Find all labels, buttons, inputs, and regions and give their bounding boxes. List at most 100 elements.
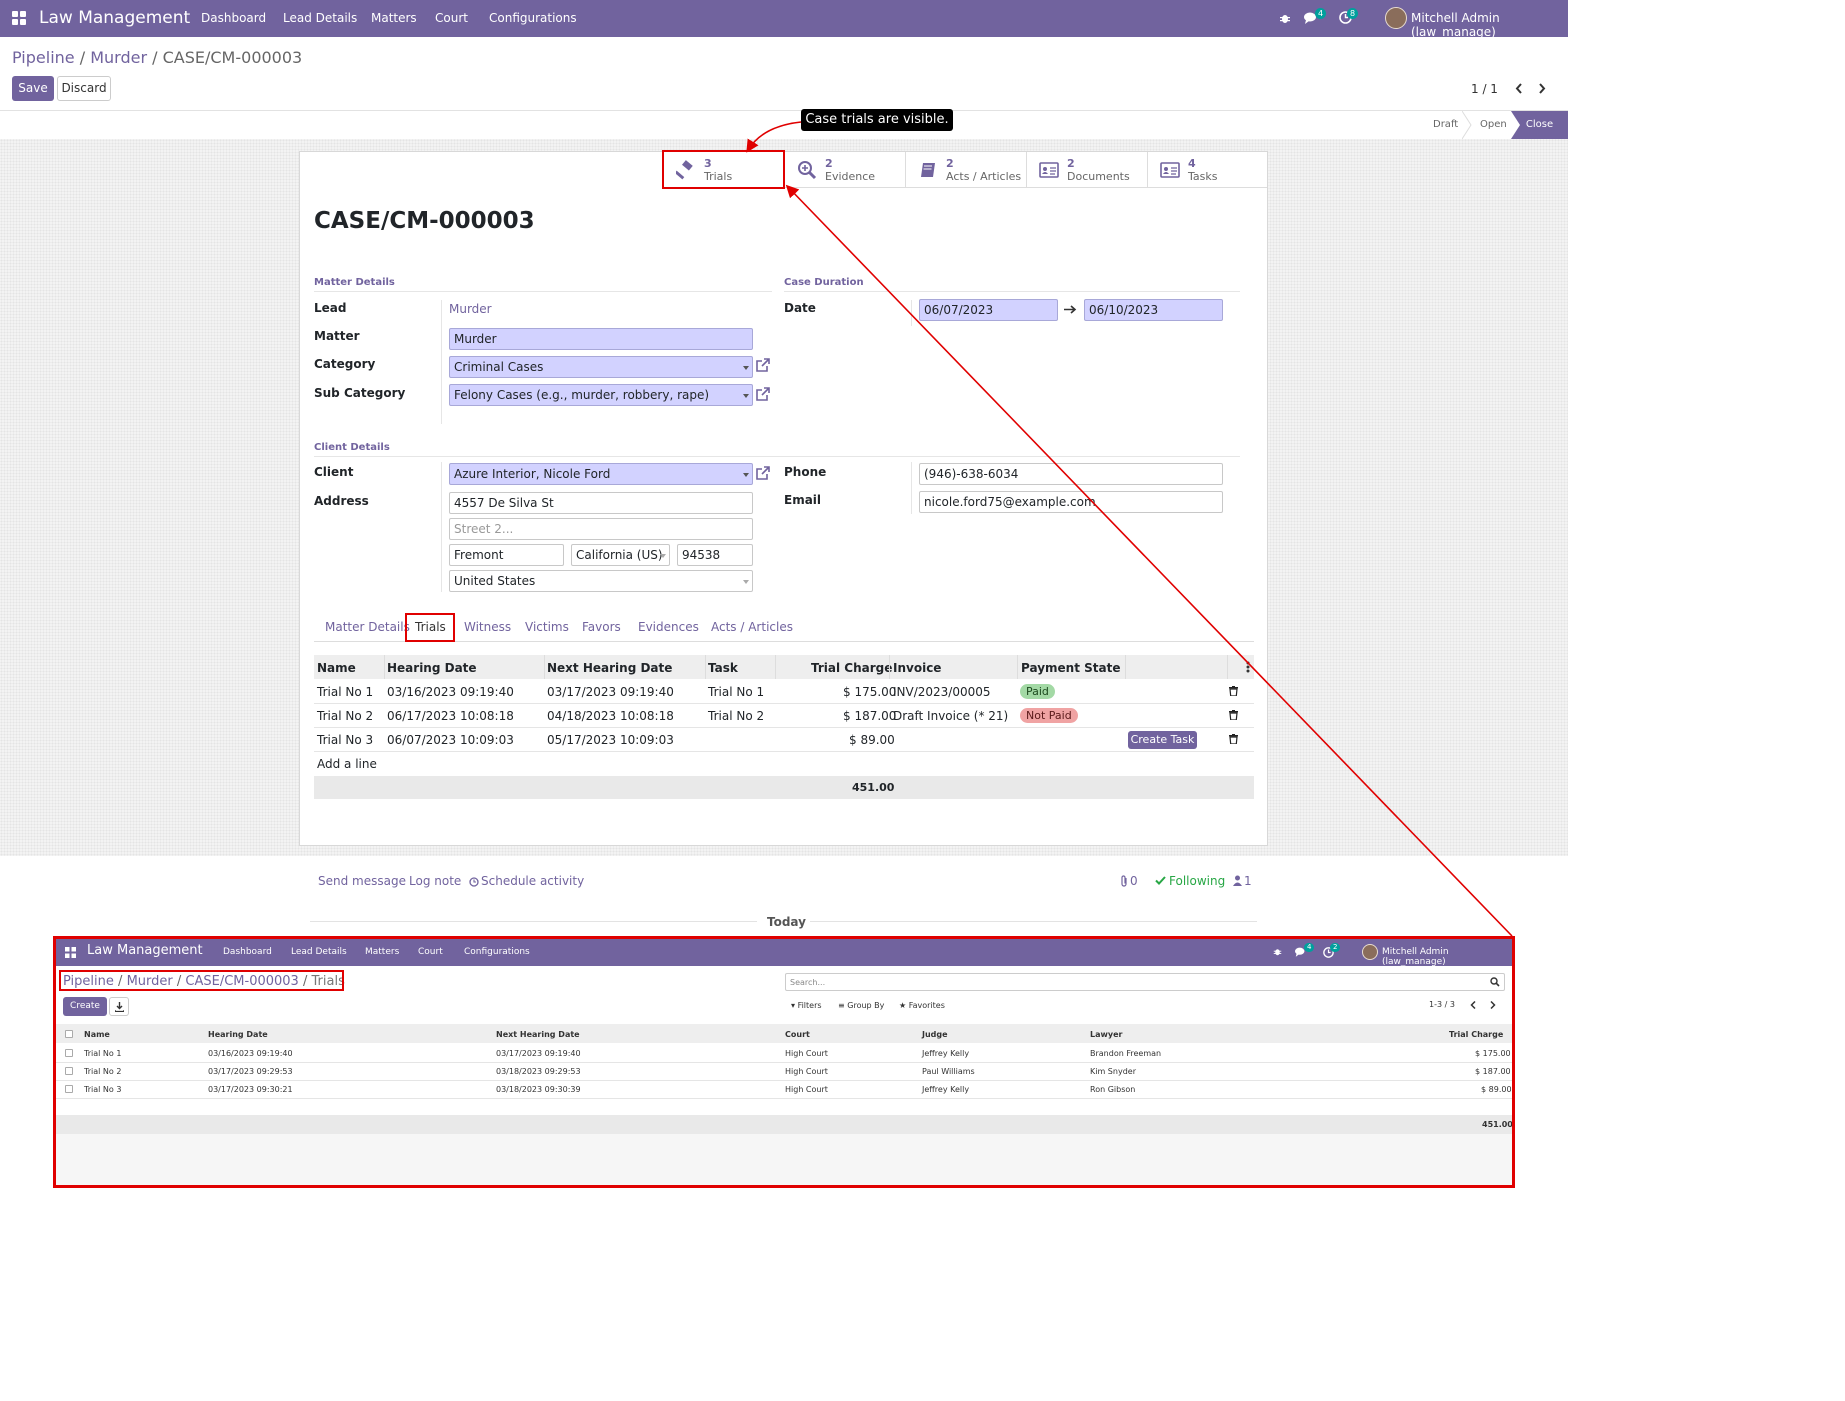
row-checkbox[interactable] — [65, 1049, 73, 1057]
create-button[interactable]: Create — [63, 997, 107, 1016]
date-start-field[interactable]: 06/07/2023 — [919, 299, 1058, 321]
trial-name[interactable]: Trial No 1 — [317, 685, 373, 699]
zip-field[interactable]: 94538 — [677, 544, 753, 566]
group-by-button[interactable]: ≡ Group By — [838, 1001, 884, 1010]
client-select[interactable]: Azure Interior, Nicole Ford — [449, 463, 753, 485]
state-select[interactable]: California (US) — [571, 544, 670, 566]
trial-name[interactable]: Trial No 1 — [84, 1049, 121, 1058]
trial-name[interactable]: Trial No 2 — [317, 709, 373, 723]
trial-next-hearing-date[interactable]: 03/17/2023 09:19:40 — [496, 1049, 581, 1058]
trial-hearing-date[interactable]: 06/07/2023 10:09:03 — [387, 733, 514, 747]
date-end-field[interactable]: 06/10/2023 — [1084, 299, 1223, 321]
save-button[interactable]: Save — [12, 76, 54, 101]
trial-hearing-date[interactable]: 03/17/2023 09:29:53 — [208, 1067, 293, 1076]
trial-charge[interactable]: $ 187.00 — [843, 709, 896, 723]
bug-icon[interactable] — [1273, 947, 1282, 956]
send-message-button[interactable]: Send message — [318, 874, 406, 888]
trial-charge[interactable]: $ 175.00 — [1475, 1049, 1511, 1058]
category-select[interactable]: Criminal Cases — [449, 356, 753, 378]
user-menu[interactable]: Mitchell Admin (law_manage) — [1411, 11, 1568, 39]
search-input[interactable]: Search... — [785, 973, 1505, 991]
app-brand[interactable]: Law Management — [87, 943, 203, 958]
tab-acts-articles[interactable]: Acts / Articles — [711, 620, 793, 634]
country-select[interactable]: United States — [449, 570, 753, 592]
trash-icon[interactable] — [1229, 710, 1238, 720]
column-court[interactable]: Court — [785, 1030, 810, 1039]
trial-name[interactable]: Trial No 2 — [84, 1067, 121, 1076]
trial-next-hearing-date[interactable]: 04/18/2023 10:08:18 — [547, 709, 674, 723]
external-link-icon[interactable] — [755, 357, 771, 373]
tab-witness[interactable]: Witness — [464, 620, 511, 634]
chevron-right-icon[interactable] — [1490, 1001, 1496, 1009]
column-trial-charge[interactable]: Trial Charge — [1449, 1030, 1503, 1039]
trial-next-hearing-date[interactable]: 05/17/2023 10:09:03 — [547, 733, 674, 747]
menu-lead-details[interactable]: Lead Details — [291, 947, 347, 957]
chevron-left-icon[interactable] — [1470, 1001, 1476, 1009]
row-checkbox[interactable] — [65, 1067, 73, 1075]
trial-task[interactable]: Trial No 2 — [708, 709, 764, 723]
column-judge[interactable]: Judge — [922, 1030, 948, 1039]
apps-menu-icon[interactable] — [12, 11, 26, 25]
search-icon[interactable] — [1490, 977, 1500, 987]
app-brand[interactable]: Law Management — [39, 8, 190, 28]
trial-invoice[interactable]: INV/2023/00005 — [893, 685, 991, 699]
paperclip-icon[interactable] — [1120, 875, 1129, 887]
trial-next-hearing-date[interactable]: 03/17/2023 09:19:40 — [547, 685, 674, 699]
smart-button-acts[interactable]: 2 Acts / Articles — [905, 152, 1026, 188]
add-line-link[interactable]: Add a line — [317, 757, 377, 771]
trash-icon[interactable] — [1229, 734, 1238, 744]
chevron-right-icon[interactable] — [1538, 83, 1546, 94]
trial-court[interactable]: High Court — [785, 1085, 828, 1094]
smart-button-evidence[interactable]: 2 Evidence — [784, 152, 905, 188]
trial-judge[interactable]: Paul Williams — [922, 1067, 975, 1076]
column-trial-charge[interactable]: Trial Charge — [811, 661, 892, 675]
column-name[interactable]: Name — [317, 661, 356, 675]
apps-menu-icon[interactable] — [65, 947, 76, 958]
chevron-left-icon[interactable] — [1515, 83, 1523, 94]
external-link-icon[interactable] — [755, 465, 771, 481]
external-link-icon[interactable] — [755, 386, 771, 402]
trial-hearing-date[interactable]: 03/16/2023 09:19:40 — [387, 685, 514, 699]
followers-count[interactable]: 1 — [1244, 874, 1252, 888]
column-options-icon[interactable] — [1246, 661, 1250, 673]
following-button[interactable]: Following — [1169, 874, 1225, 888]
column-name[interactable]: Name — [84, 1030, 110, 1039]
phone-field[interactable]: (946)-638-6034 — [919, 463, 1223, 485]
row-checkbox[interactable] — [65, 1085, 73, 1093]
trial-charge[interactable]: $ 89.00 — [849, 733, 895, 747]
trial-name[interactable]: Trial No 3 — [84, 1085, 121, 1094]
column-lawyer[interactable]: Lawyer — [1090, 1030, 1122, 1039]
menu-configurations[interactable]: Configurations — [489, 11, 577, 25]
trial-charge[interactable]: $ 89.00 — [1481, 1085, 1512, 1094]
user-avatar[interactable] — [1385, 7, 1407, 29]
breadcrumb-murder[interactable]: Murder — [90, 48, 147, 67]
trial-invoice[interactable]: Draft Invoice (* 21) — [893, 709, 1008, 723]
tab-matter-details[interactable]: Matter Details — [325, 620, 410, 634]
column-next-hearing-date[interactable]: Next Hearing Date — [547, 661, 672, 675]
column-hearing-date[interactable]: Hearing Date — [387, 661, 477, 675]
trial-next-hearing-date[interactable]: 03/18/2023 09:30:39 — [496, 1085, 581, 1094]
menu-matters[interactable]: Matters — [371, 11, 417, 25]
column-hearing-date[interactable]: Hearing Date — [208, 1030, 268, 1039]
status-open[interactable]: Open — [1480, 111, 1507, 139]
user-avatar[interactable] — [1362, 944, 1378, 960]
column-next-hearing-date[interactable]: Next Hearing Date — [496, 1030, 580, 1039]
download-button[interactable] — [109, 997, 129, 1016]
street-field[interactable]: 4557 De Silva St — [449, 492, 753, 514]
user-menu[interactable]: Mitchell Admin (law_manage) — [1382, 947, 1512, 967]
trial-lawyer[interactable]: Brandon Freeman — [1090, 1049, 1161, 1058]
menu-configurations[interactable]: Configurations — [464, 947, 530, 957]
column-invoice[interactable]: Invoice — [893, 661, 941, 675]
menu-lead-details[interactable]: Lead Details — [283, 11, 357, 25]
street2-field[interactable]: Street 2... — [449, 518, 753, 540]
trial-court[interactable]: High Court — [785, 1067, 828, 1076]
subcategory-select[interactable]: Felony Cases (e.g., murder, robbery, rap… — [449, 384, 753, 406]
discard-button[interactable]: Discard — [57, 76, 111, 101]
email-field[interactable]: nicole.ford75@example.com — [919, 491, 1223, 513]
menu-court[interactable]: Court — [435, 11, 468, 25]
trash-icon[interactable] — [1229, 686, 1238, 696]
trial-next-hearing-date[interactable]: 03/18/2023 09:29:53 — [496, 1067, 581, 1076]
tab-favors[interactable]: Favors — [582, 620, 621, 634]
smart-button-documents[interactable]: 2 Documents — [1026, 152, 1147, 188]
tab-victims[interactable]: Victims — [525, 620, 569, 634]
